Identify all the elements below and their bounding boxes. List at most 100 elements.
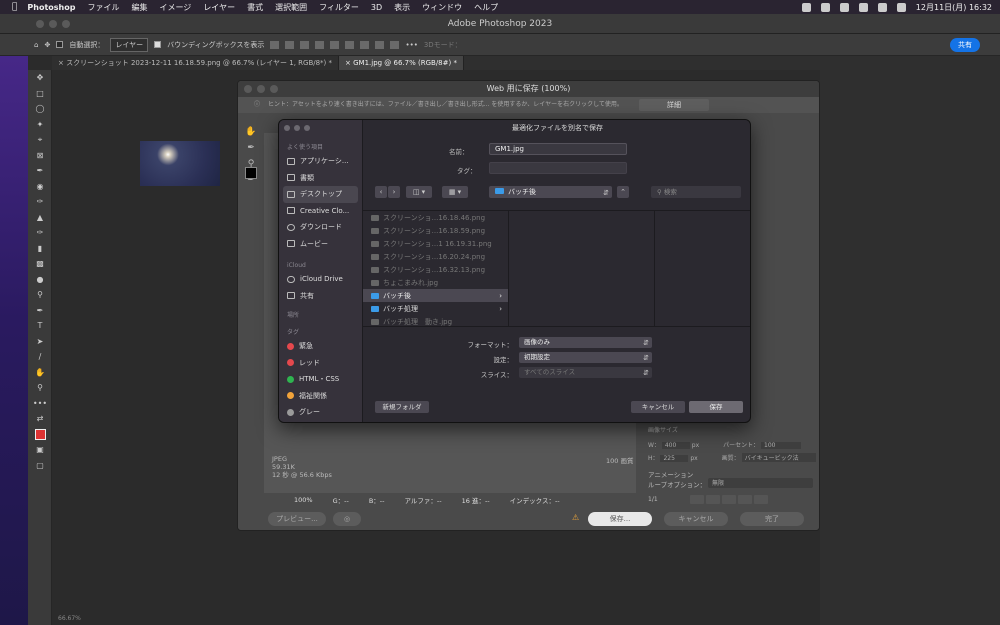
resample-select[interactable]: バイキュービック法 — [741, 453, 816, 462]
search-icon[interactable] — [877, 2, 887, 12]
sidebar-item-documents[interactable]: 書類 — [279, 170, 362, 187]
play-icon[interactable] — [721, 494, 736, 504]
lasso-tool-icon[interactable]: ◯ — [28, 101, 52, 117]
folder-row-selected[interactable]: バッチ後 › — [363, 289, 508, 302]
battery-icon[interactable] — [839, 2, 849, 12]
sfw-minimize-icon[interactable] — [257, 85, 265, 93]
gradient-tool-icon[interactable]: ▩ — [28, 256, 52, 272]
new-folder-button[interactable]: 新規フォルダ — [375, 401, 429, 413]
more-tools-icon[interactable]: ••• — [28, 396, 52, 412]
align-bottom-icon[interactable] — [345, 40, 355, 49]
distribute-h-icon[interactable] — [375, 40, 385, 49]
align-middle-icon[interactable] — [330, 40, 340, 49]
distribute-icon[interactable] — [360, 40, 370, 49]
path-select-tool-icon[interactable]: ➤ — [28, 334, 52, 350]
height-field[interactable]: 225 — [660, 455, 689, 462]
hand-tool-icon[interactable]: ✋ — [243, 127, 259, 143]
sidebar-item-downloads[interactable]: ダウンロード — [279, 219, 362, 236]
bluetooth-icon[interactable] — [820, 2, 830, 12]
loop-select[interactable]: 無限 — [708, 478, 813, 488]
move-tool-icon[interactable]: ✥ — [28, 70, 52, 86]
first-frame-icon[interactable] — [689, 494, 704, 504]
file-row[interactable]: スクリーンショ...16.18.46.png — [363, 211, 508, 224]
sfw-zoom-icon[interactable] — [270, 85, 278, 93]
panel-minimize-icon[interactable] — [294, 125, 300, 131]
sidebar-tag-welfare[interactable]: 福祉関係 — [279, 388, 362, 405]
file-row[interactable]: スクリーンショ...16.18.59.png — [363, 224, 508, 237]
tags-input[interactable] — [489, 162, 627, 174]
wifi-icon[interactable] — [858, 2, 868, 12]
zoom-tool-icon[interactable]: ⚲ — [28, 380, 52, 396]
align-top-icon[interactable] — [315, 40, 325, 49]
menu-3d[interactable]: 3D — [371, 3, 382, 12]
menu-layer[interactable]: レイヤー — [203, 2, 235, 13]
menu-type[interactable]: 書式 — [247, 2, 263, 13]
column-view-icon[interactable]: ◫ ▾ — [406, 186, 432, 198]
pen-tool-icon[interactable]: ✒ — [28, 303, 52, 319]
frame-tool-icon[interactable]: ⊠ — [28, 148, 52, 164]
stamp-tool-icon[interactable]: ▲ — [28, 210, 52, 226]
format-select[interactable]: 画像のみ ⇵ — [519, 337, 652, 348]
sidebar-item-movies[interactable]: ムービー — [279, 236, 362, 253]
sidebar-tag-gray[interactable]: グレー — [279, 404, 362, 421]
browser-select[interactable]: ◎ — [333, 512, 361, 526]
sfw-detail-button[interactable]: 詳細 — [639, 99, 709, 111]
align-center-icon[interactable] — [285, 40, 295, 49]
menu-view[interactable]: 表示 — [394, 2, 410, 13]
sfw-done-button[interactable]: 完了 — [740, 512, 804, 526]
home-icon[interactable]: ⌂ — [34, 41, 38, 49]
minimize-window-icon[interactable] — [49, 20, 57, 28]
hand-tool-icon[interactable]: ✋ — [28, 365, 52, 381]
prev-frame-icon[interactable] — [705, 494, 720, 504]
search-field[interactable]: ⚲ 検索 — [651, 186, 741, 198]
type-tool-icon[interactable]: T — [28, 318, 52, 334]
filename-input[interactable]: GM1.jpg — [489, 143, 627, 155]
brush-tool-icon[interactable]: ✑ — [28, 194, 52, 210]
grid-view-icon[interactable]: ▦ ▾ — [442, 186, 468, 198]
control-center-icon[interactable] — [896, 2, 906, 12]
healing-tool-icon[interactable]: ◉ — [28, 179, 52, 195]
doc-tab-gm1[interactable]: × GM1.jpg @ 66.7% (RGB/8#) * — [339, 56, 464, 70]
layer-select[interactable]: レイヤー — [110, 37, 149, 52]
menubar-clock[interactable]: 12月11日(月) 16:32 — [916, 2, 992, 13]
next-frame-icon[interactable] — [737, 494, 752, 504]
menu-select[interactable]: 選択範囲 — [275, 2, 307, 13]
screen-mode-icon[interactable]: ▢ — [28, 458, 52, 474]
sidebar-tag-red[interactable]: レッド — [279, 355, 362, 372]
sidebar-tag-urgent[interactable]: 緊急 — [279, 338, 362, 355]
doc-tab-screenshot[interactable]: × スクリーンショット 2023-12-11 16.18.59.png @ 66… — [52, 56, 340, 70]
file-row[interactable]: スクリーンショ...16.32.13.png — [363, 263, 508, 276]
slice-select-icon[interactable]: ✒ — [243, 143, 259, 159]
file-row[interactable]: ちょこまみれ.jpg — [363, 276, 508, 289]
sidebar-item-applications[interactable]: アプリケーシ... — [279, 153, 362, 170]
align-right-icon[interactable] — [300, 40, 310, 49]
menu-image[interactable]: イメージ — [159, 2, 191, 13]
apple-icon[interactable]:  — [12, 2, 17, 12]
move-tool-icon[interactable]: ✥ — [44, 41, 50, 49]
crop-tool-icon[interactable]: ⌖ — [28, 132, 52, 148]
sidebar-tag-html-css[interactable]: HTML・CSS — [279, 371, 362, 388]
sidebar-item-desktop[interactable]: デスクトップ — [283, 186, 358, 203]
slices-select[interactable]: すべてのスライス ⇵ — [519, 367, 652, 378]
cancel-button[interactable]: キャンセル — [631, 401, 685, 413]
file-row[interactable]: スクリーンショ...16.20.24.png — [363, 250, 508, 263]
close-window-icon[interactable] — [36, 20, 44, 28]
forward-icon[interactable]: › — [388, 186, 400, 198]
sidebar-item-creative-cloud[interactable]: Creative Clo... — [279, 203, 362, 220]
preview-button[interactable]: プレビュー... — [268, 512, 326, 526]
quick-select-tool-icon[interactable]: ✦ — [28, 117, 52, 133]
sfw-save-button[interactable]: 保存... — [588, 512, 652, 526]
eyedropper-color-swatch[interactable] — [245, 167, 257, 179]
menu-help[interactable]: ヘルプ — [474, 2, 498, 13]
file-row[interactable]: スクリーンショ...1 16.19.31.png — [363, 237, 508, 250]
auto-select-checkbox[interactable] — [56, 41, 64, 48]
back-icon[interactable]: ‹ — [375, 186, 387, 198]
sidebar-item-shared[interactable]: 共有 — [279, 288, 362, 305]
settings-select[interactable]: 初期設定 ⇵ — [519, 352, 652, 363]
eraser-tool-icon[interactable]: ▮ — [28, 241, 52, 257]
bbox-checkbox[interactable] — [154, 41, 162, 48]
menu-edit[interactable]: 編集 — [131, 2, 147, 13]
status-icon[interactable] — [801, 2, 811, 12]
eyedropper-tool-icon[interactable]: ✒ — [28, 163, 52, 179]
more-options-icon[interactable]: ••• — [405, 41, 417, 49]
